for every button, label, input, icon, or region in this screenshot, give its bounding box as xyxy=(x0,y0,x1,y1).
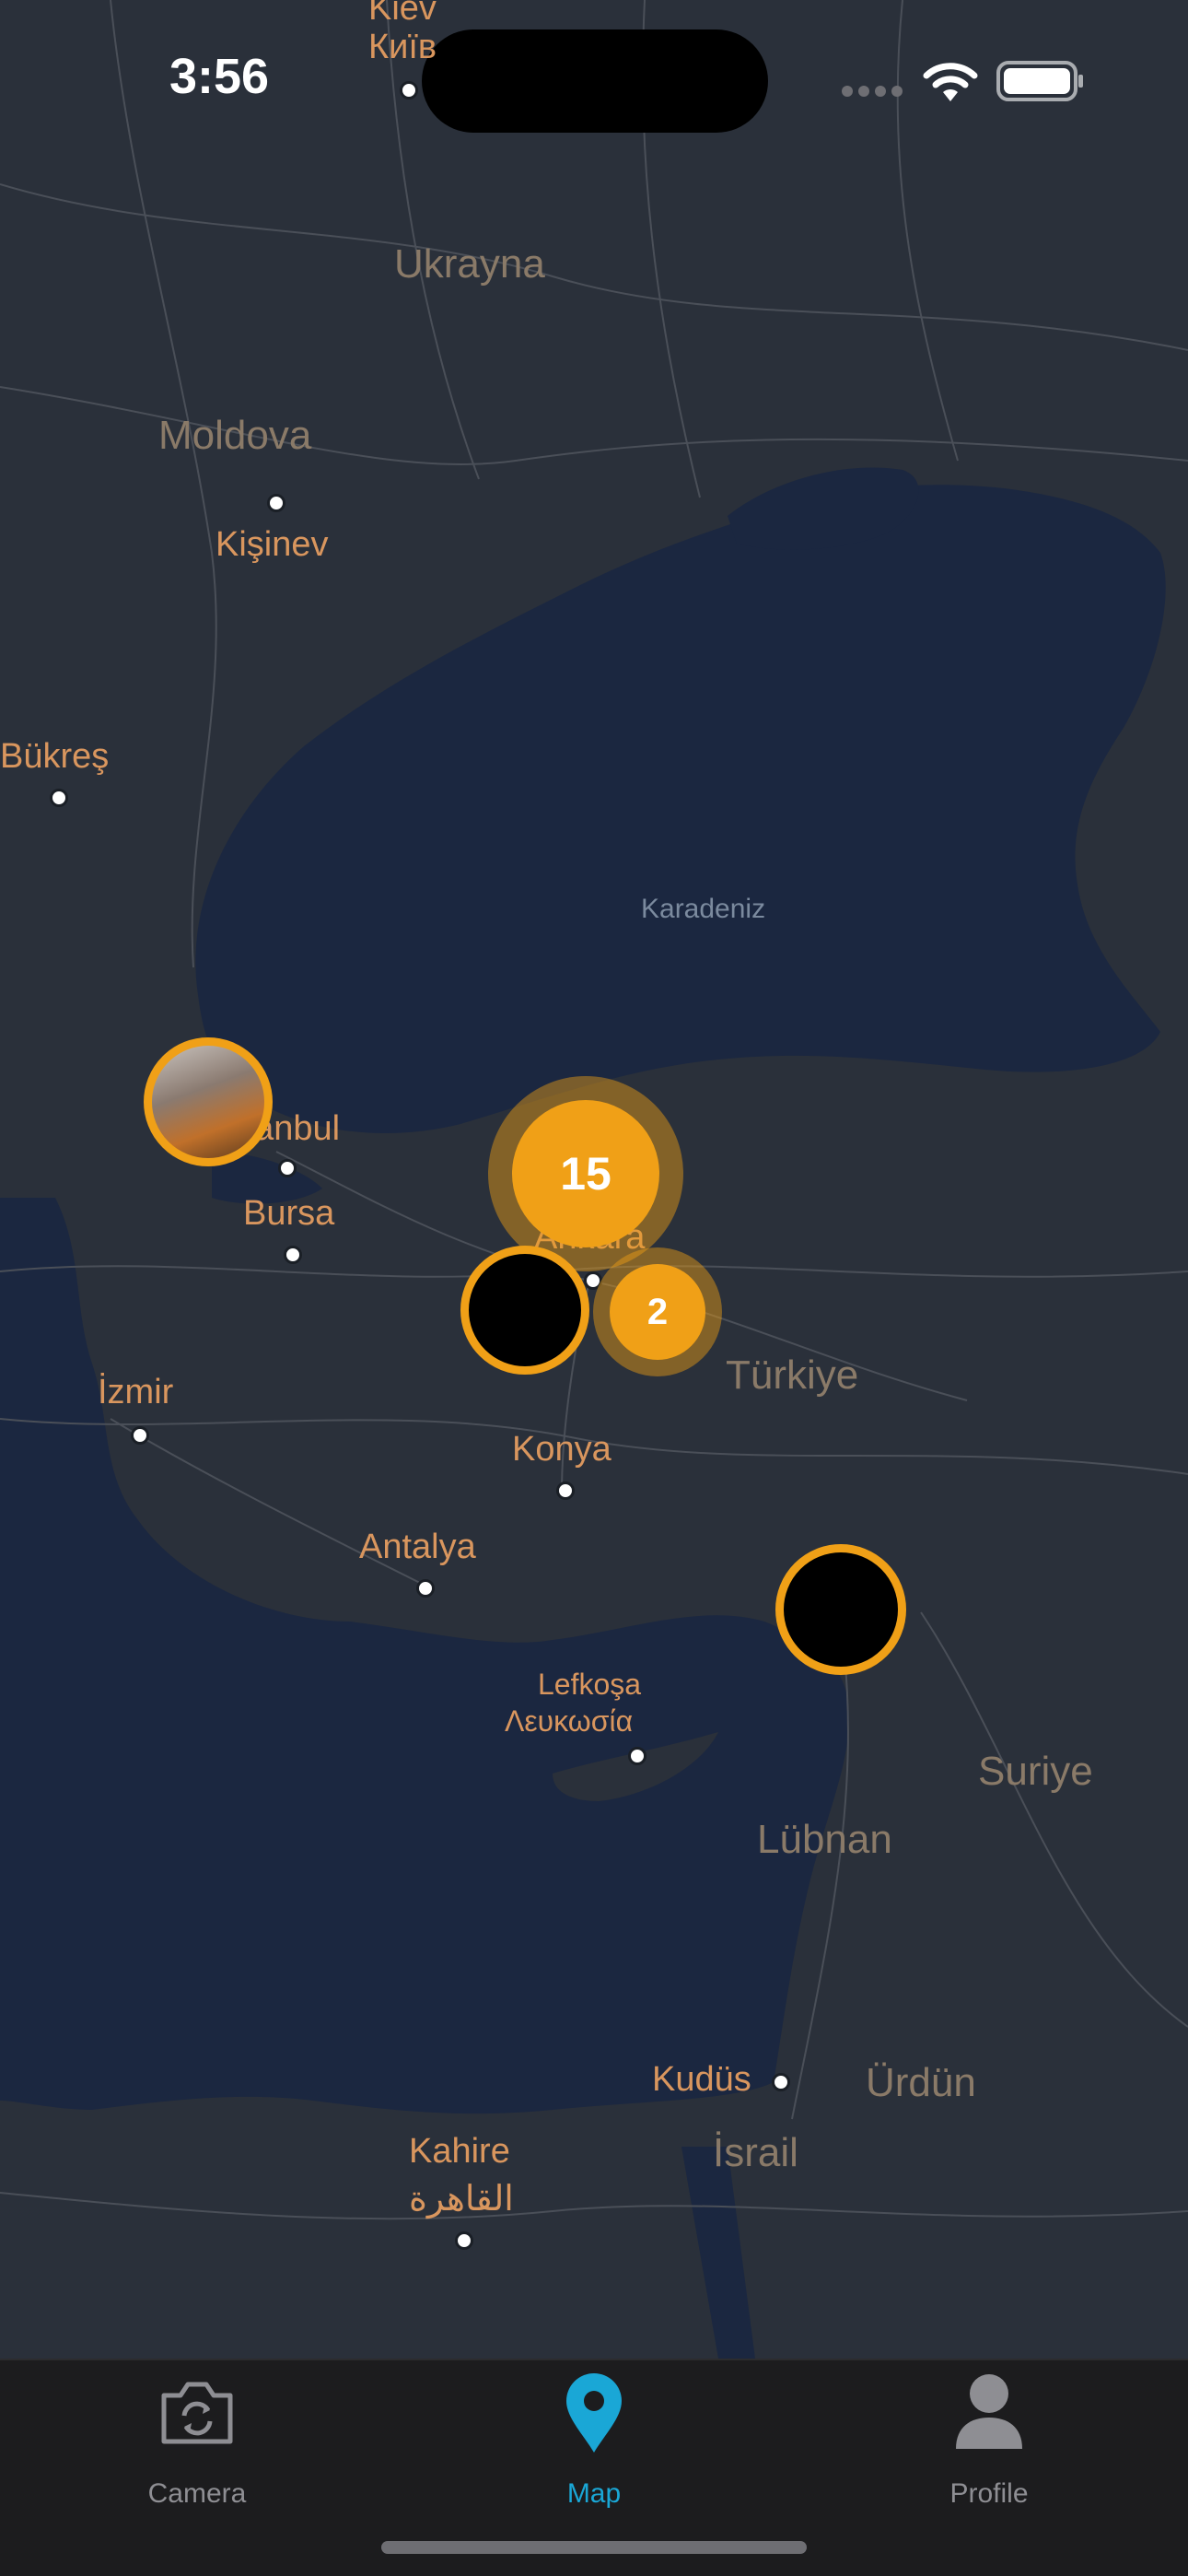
country-label-turkey: Türkiye xyxy=(726,1352,859,1398)
city-dot-cairo xyxy=(455,2231,473,2250)
city-label-kiev: Kiev xyxy=(368,0,437,28)
photo-marker-ankara-west[interactable] xyxy=(460,1246,589,1375)
cluster-marker-ankara[interactable]: 15 xyxy=(512,1100,659,1247)
status-time: 3:56 xyxy=(169,49,270,104)
city-label-cairo-arabic: القاهرة xyxy=(409,2180,514,2219)
dynamic-island xyxy=(422,29,768,133)
photo-marker-hatay[interactable] xyxy=(775,1544,906,1675)
city-dot-konya xyxy=(556,1481,575,1500)
city-dot-nicosia xyxy=(628,1747,646,1765)
photo-marker-istanbul[interactable] xyxy=(144,1037,273,1166)
city-dot-chisinau xyxy=(267,494,285,512)
city-label-izmir: İzmir xyxy=(98,1373,174,1411)
map-screen: 3:56 Kiev Київ Ukrayna Moldova Kişinev B… xyxy=(0,0,1188,2576)
country-label-ukraine: Ukrayna xyxy=(394,241,545,287)
tab-camera-label: Camera xyxy=(147,2478,247,2509)
city-dot-antalya xyxy=(416,1579,435,1598)
home-indicator xyxy=(381,2541,807,2554)
tab-profile[interactable]: Profile xyxy=(851,2360,1127,2545)
city-label-nicosia: Lefkoşa xyxy=(538,1668,642,1701)
tab-camera[interactable]: Camera xyxy=(59,2360,335,2545)
status-bar: 3:56 xyxy=(0,0,1188,157)
tab-profile-label: Profile xyxy=(949,2478,1029,2509)
country-label-moldova: Moldova xyxy=(158,413,312,458)
city-label-cairo: Kahire xyxy=(409,2132,510,2171)
wifi-icon xyxy=(923,61,978,108)
city-dot-izmir xyxy=(131,1426,149,1445)
city-dot-kiev xyxy=(400,81,418,100)
cluster-marker-east[interactable]: 2 xyxy=(610,1264,705,1360)
city-dot-bursa xyxy=(284,1246,302,1264)
country-label-lebanon: Lübnan xyxy=(757,1817,892,1862)
city-dot-bucharest xyxy=(50,789,68,807)
tab-map[interactable]: Map xyxy=(456,2360,732,2545)
country-label-syria: Suriye xyxy=(978,1749,1093,1794)
tab-map-label: Map xyxy=(566,2478,622,2509)
city-label-kiev-cyrillic: Київ xyxy=(368,28,437,66)
country-label-israel: İsrail xyxy=(713,2130,798,2175)
city-label-antalya: Antalya xyxy=(359,1528,476,1566)
battery-icon xyxy=(996,61,1085,106)
city-label-jerusalem: Kudüs xyxy=(652,2060,751,2099)
city-label-bursa: Bursa xyxy=(243,1194,335,1233)
city-label-konya: Konya xyxy=(512,1430,611,1469)
sea-label-black-sea: Karadeniz xyxy=(641,894,766,924)
map-pin-icon xyxy=(565,2373,623,2459)
person-icon xyxy=(954,2373,1024,2455)
city-dot-istanbul xyxy=(278,1159,297,1177)
city-label-nicosia-greek: Λευκωσία xyxy=(505,1704,634,1738)
city-label-chisinau: Kişinev xyxy=(215,525,329,564)
city-label-bucharest: Bükreş xyxy=(0,737,110,776)
country-label-jordan: Ürdün xyxy=(866,2060,976,2105)
signal-icon xyxy=(842,85,904,102)
camera-icon xyxy=(158,2379,236,2452)
city-dot-jerusalem xyxy=(772,2073,790,2091)
